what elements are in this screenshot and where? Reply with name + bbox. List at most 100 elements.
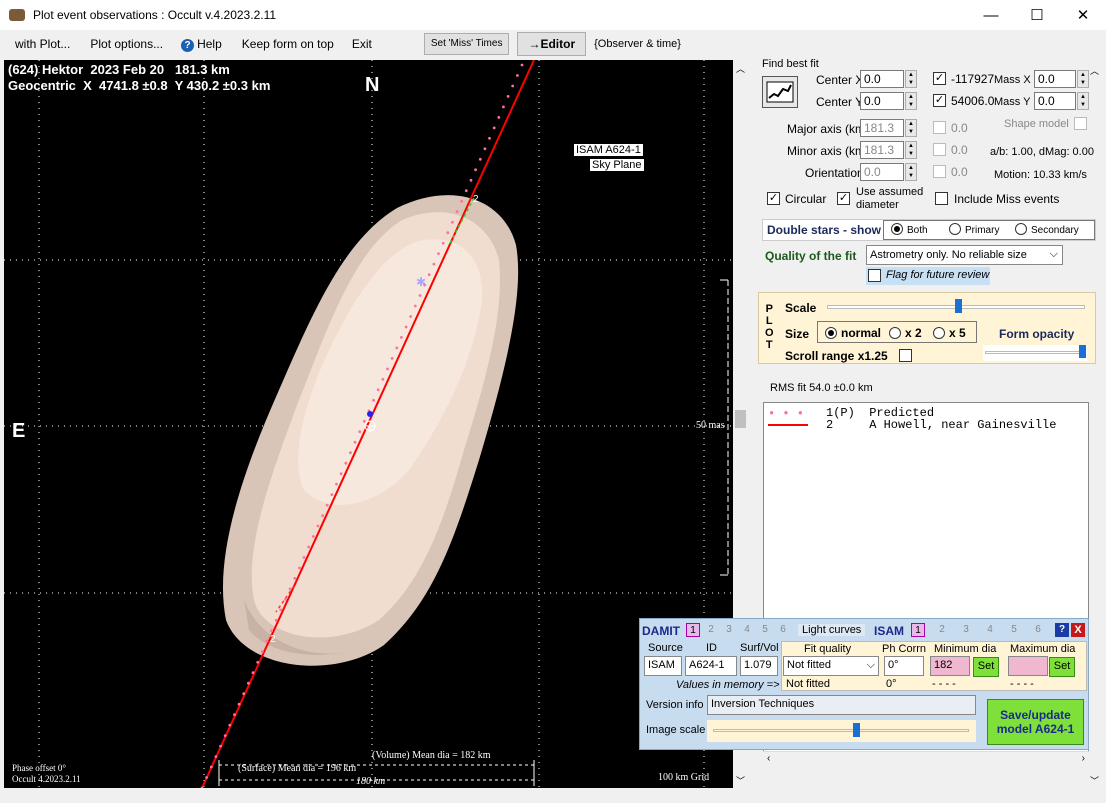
center-x-input[interactable]: 0.0	[860, 70, 904, 88]
diameter-label: diameter	[856, 199, 899, 211]
both-radio[interactable]: Both	[891, 223, 928, 236]
form-opacity-thumb[interactable]	[1079, 345, 1086, 358]
damit-tab-3[interactable]: 3	[722, 623, 736, 637]
ph-corrn-field[interactable]: 0°	[884, 656, 924, 676]
damit-tab-5[interactable]: 5	[758, 623, 772, 637]
panel-scroll-up-icon[interactable]: ︿	[1090, 64, 1099, 77]
mass-x-spinner[interactable]: ▲ ▼	[1077, 70, 1089, 88]
minor-axis-checkbox[interactable]	[933, 143, 946, 156]
flag-review-checkbox[interactable]	[868, 269, 881, 282]
use-assumed-checkbox[interactable]: ✓	[837, 192, 850, 205]
circular-checkbox[interactable]: ✓	[767, 192, 780, 205]
save-update-model-button[interactable]: Save/update model A624-1	[987, 699, 1084, 745]
close-icon[interactable]: X	[1071, 623, 1085, 637]
size-x5-radio[interactable]: x 5	[933, 326, 966, 340]
scroll-up-icon[interactable]: ︿	[736, 62, 745, 75]
id-field[interactable]: A624-1	[685, 656, 737, 676]
primary-radio[interactable]: Primary	[949, 223, 999, 236]
isam-tab-1[interactable]: 1	[911, 623, 925, 637]
orientation-spinner[interactable]: ▲ ▼	[905, 163, 917, 181]
predicted-path-dot	[302, 556, 306, 559]
editor-button[interactable]: →Editor	[517, 32, 587, 56]
minimize-button[interactable]: —	[968, 0, 1014, 30]
mass-x-input[interactable]: 0.0	[1034, 70, 1076, 88]
set-min-button[interactable]: Set	[973, 657, 999, 677]
damit-tab-1[interactable]: 1	[686, 623, 700, 637]
include-miss-checkbox[interactable]	[935, 192, 948, 205]
scroll-down-icon[interactable]: ﹀	[736, 774, 745, 787]
mass-y-input[interactable]: 0.0	[1034, 92, 1076, 110]
size-x2-radio[interactable]: x 2	[889, 326, 922, 340]
find-best-fit-button[interactable]	[762, 76, 798, 108]
isam-tab-3[interactable]: 3	[959, 623, 973, 637]
isam-tab-6[interactable]: 6	[1031, 623, 1045, 637]
scroll-range-label: Scroll range x1.25	[785, 349, 888, 363]
event-plot[interactable]: ✱ (624) Hektor 2023 Feb 20 181.3 km Geoc…	[4, 60, 733, 788]
damit-tab-2[interactable]: 2	[704, 623, 718, 637]
mass-x-checkbox[interactable]: ✓	[933, 72, 946, 85]
predicted-path-dot	[464, 189, 468, 193]
quality-select[interactable]: Astrometry only. No reliable size ⌵	[866, 245, 1063, 265]
form-opacity-slider[interactable]	[983, 345, 1087, 361]
scroll-right-icon[interactable]: ›	[1082, 753, 1085, 764]
center-y-spinner[interactable]: ▲ ▼	[905, 92, 917, 110]
scroll-thumb[interactable]	[735, 410, 746, 428]
center-x-spinner[interactable]: ▲ ▼	[905, 70, 917, 88]
image-scale-thumb[interactable]	[853, 723, 860, 737]
minor-axis-spinner[interactable]: ▲ ▼	[905, 141, 917, 159]
secondary-radio[interactable]: Secondary	[1015, 223, 1079, 236]
menu-bar: with Plot... Plot options... ? Help Keep …	[0, 30, 1106, 58]
title-bar: Plot event observations : Occult v.4.202…	[0, 0, 1106, 30]
east-label: E	[12, 420, 26, 442]
north-label: N	[365, 74, 380, 96]
fit-quality-select[interactable]: Not fitted ⌵	[783, 656, 879, 676]
shape-model-checkbox[interactable]	[1074, 117, 1087, 130]
version-info-field[interactable]: Inversion Techniques	[707, 695, 976, 715]
center-of-mass-marker	[367, 411, 373, 417]
predicted-path-dot	[492, 126, 496, 130]
legend-horizontal-scrollbar[interactable]: ‹ ›	[763, 751, 1089, 767]
orientation-input[interactable]: 0.0	[860, 163, 904, 181]
set-miss-times-button[interactable]: Set 'Miss' Times	[423, 33, 510, 55]
major-axis-input[interactable]: 181.3	[860, 119, 904, 137]
scroll-left-icon[interactable]: ‹	[767, 753, 770, 764]
isam-tab-4[interactable]: 4	[983, 623, 997, 637]
mass-y-spinner[interactable]: ▲ ▼	[1077, 92, 1089, 110]
minimum-dia-field[interactable]: 182	[930, 656, 970, 676]
source-field[interactable]: ISAM	[644, 656, 682, 676]
isam-tab-5[interactable]: 5	[1007, 623, 1021, 637]
flag-review-row: Flag for future review	[866, 267, 990, 285]
image-scale-slider[interactable]	[707, 720, 976, 742]
scale-slider-thumb[interactable]	[955, 299, 962, 313]
mass-y-checkbox[interactable]: ✓	[933, 94, 946, 107]
surf-vol-field[interactable]: 1.079	[740, 656, 778, 676]
menu-exit[interactable]: Exit	[344, 37, 380, 51]
predicted-path-dot	[469, 178, 473, 182]
major-axis-spinner[interactable]: ▲ ▼	[905, 119, 917, 137]
close-button[interactable]: ✕	[1060, 0, 1106, 30]
predicted-path-dot	[390, 357, 394, 360]
scale-slider-label: Scale	[785, 301, 817, 315]
observed-legend-icon	[768, 424, 808, 426]
size-normal-radio[interactable]: normal	[825, 326, 881, 340]
center-y-input[interactable]: 0.0	[860, 92, 904, 110]
damit-tab-4[interactable]: 4	[740, 623, 754, 637]
menu-help[interactable]: ? Help	[173, 37, 230, 52]
menu-with-plot[interactable]: with Plot...	[7, 37, 78, 51]
orientation-checkbox[interactable]	[933, 165, 946, 178]
predicted-path-dot	[400, 336, 403, 339]
damit-tab-6[interactable]: 6	[776, 623, 790, 637]
observer-time-label[interactable]: {Observer & time}	[586, 38, 689, 50]
menu-keep-on-top[interactable]: Keep form on top	[234, 37, 342, 51]
set-max-button[interactable]: Set	[1049, 657, 1075, 677]
minor-axis-input[interactable]: 181.3	[860, 141, 904, 159]
help-icon[interactable]: ?	[1055, 623, 1069, 637]
maximum-dia-field[interactable]	[1008, 656, 1048, 676]
panel-scroll-down-icon[interactable]: ﹀	[1090, 774, 1099, 787]
scroll-range-checkbox[interactable]	[899, 349, 912, 362]
isam-tab-2[interactable]: 2	[935, 623, 949, 637]
menu-plot-options[interactable]: Plot options...	[82, 37, 171, 51]
major-axis-checkbox[interactable]	[933, 121, 946, 134]
maximize-button[interactable]: ☐	[1014, 0, 1060, 30]
light-curves-button[interactable]: Light curves	[798, 624, 866, 636]
